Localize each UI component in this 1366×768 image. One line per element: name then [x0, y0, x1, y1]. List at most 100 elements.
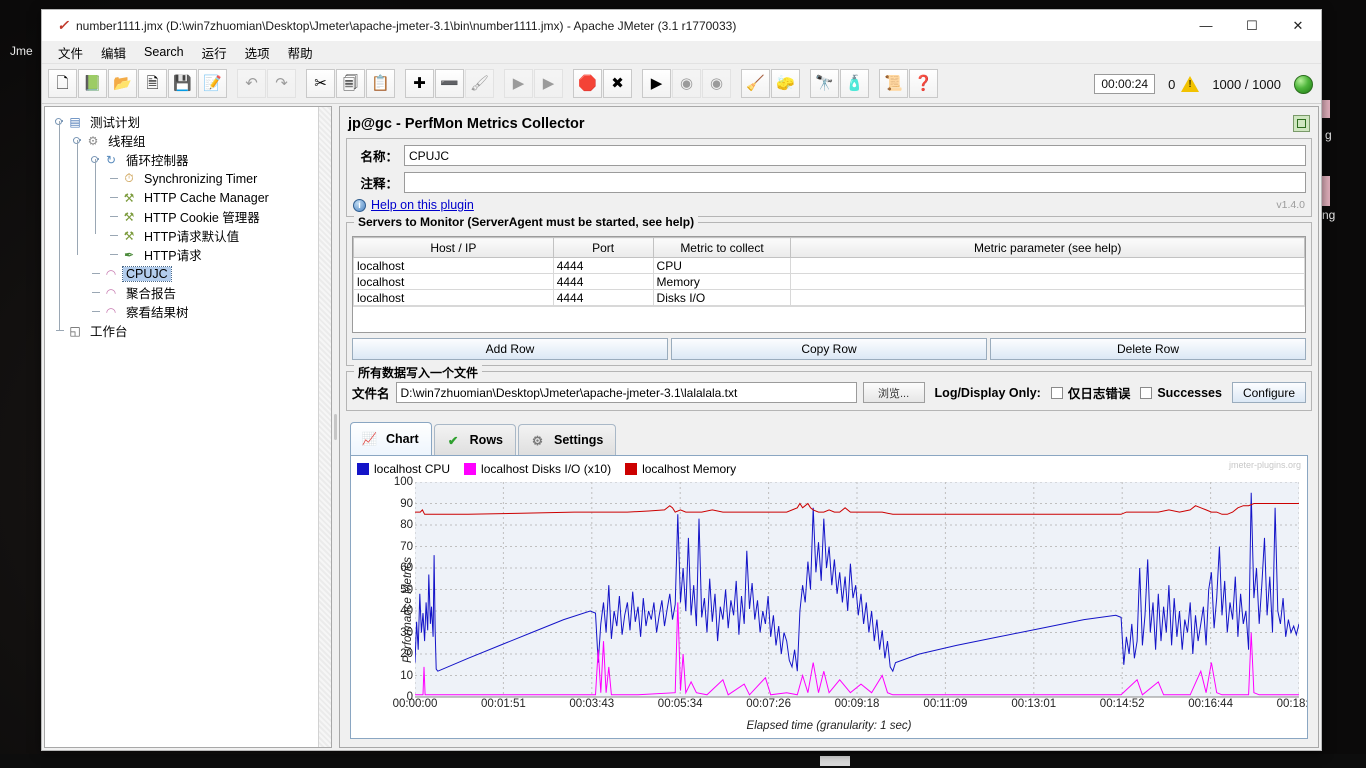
tree-node-http-request[interactable]: ✒ HTTP请求	[55, 245, 331, 264]
tree-connector-line	[95, 159, 96, 234]
table-cell[interactable]	[790, 289, 1305, 306]
successes-checkbox-row[interactable]: Successes	[1140, 386, 1222, 400]
comment-input[interactable]	[404, 172, 1306, 193]
tree-scrollbar[interactable]	[318, 107, 331, 747]
menu-search[interactable]: Search	[136, 43, 192, 61]
table-cell[interactable]: 4444	[552, 273, 654, 290]
tree-node-loop-controller[interactable]: ↻ 循环控制器	[55, 150, 331, 169]
tree-node-workbench[interactable]: ◱ 工作台	[55, 321, 331, 340]
table-cell[interactable]: CPU	[652, 257, 792, 274]
close-button[interactable]: ✕	[1275, 10, 1321, 41]
warning-icon[interactable]	[1181, 76, 1200, 92]
jmeter-main-window: ✓ number1111.jmx (D:\win7zhuomian\Deskto…	[41, 9, 1322, 751]
tree-node-label: 测试计划	[90, 116, 141, 130]
copy-row-button[interactable]: Copy Row	[671, 338, 987, 360]
table-cell[interactable]: localhost	[353, 273, 554, 290]
servers-table[interactable]: Host / IP Port Metric to collect Metric …	[353, 237, 1305, 306]
tree-node-synchronizing-timer[interactable]: ⏱ Synchronizing Timer	[55, 169, 331, 188]
delete-row-button[interactable]: Delete Row	[990, 338, 1306, 360]
legend-entry[interactable]: localhost Memory	[625, 462, 736, 476]
stop-button[interactable]: 🛑	[573, 69, 602, 98]
table-row[interactable]: localhost 4444 CPU	[353, 257, 1305, 274]
function-helper-button[interactable]: 📜	[879, 69, 908, 98]
tree-node-aggregate-report[interactable]: ◠ 聚合报告	[55, 283, 331, 302]
tab-chart[interactable]: 📈 Chart	[350, 422, 432, 455]
col-metric[interactable]: Metric to collect	[652, 237, 792, 258]
table-cell[interactable]: Memory	[652, 273, 792, 290]
new-button[interactable]: 🗋	[48, 69, 77, 98]
successes-checkbox[interactable]	[1140, 386, 1153, 399]
taskbar[interactable]	[0, 754, 1366, 768]
save-as-button[interactable]: 📝	[198, 69, 227, 98]
gear-icon: ⚙	[531, 433, 544, 448]
col-metric-param[interactable]: Metric parameter (see help)	[790, 237, 1305, 258]
tab-settings[interactable]: ⚙ Settings	[518, 424, 617, 455]
tree-node-thread-group[interactable]: ⚙ 线程组	[55, 131, 331, 150]
tree-node-http-cookie-manager[interactable]: ⚒ HTTP Cookie 管理器	[55, 207, 331, 226]
cut-button[interactable]: ✂	[306, 69, 335, 98]
open-button[interactable]: 📂	[108, 69, 137, 98]
row-action-buttons: Add Row Copy Row Delete Row	[352, 338, 1306, 360]
maximize-button[interactable]: ☐	[1229, 10, 1275, 41]
collapse-all-button[interactable]: ➖	[435, 69, 464, 98]
menu-edit[interactable]: 编辑	[93, 41, 134, 64]
templates-button[interactable]: 📗	[78, 69, 107, 98]
table-cell[interactable]: 4444	[552, 289, 654, 306]
test-plan-tree[interactable]: ▤ 测试计划 ⚙ 线程组 ↻ 循环控制器 ⏱ Synchronizing Timer ⚒ HTTP…	[44, 106, 332, 748]
menu-run[interactable]: 运行	[194, 41, 235, 64]
tree-node-cpujc[interactable]: ◠ CPUJC	[55, 264, 331, 283]
table-cell[interactable]	[790, 273, 1305, 290]
table-cell[interactable]: localhost	[353, 289, 554, 306]
chart-icon: 📈	[361, 431, 378, 446]
close-button[interactable]: 🗎	[138, 69, 167, 98]
clear-button[interactable]: 🧹	[741, 69, 770, 98]
desktop-app-label: Jme	[10, 44, 33, 58]
expand-panel-icon[interactable]	[1293, 115, 1310, 132]
tree-node-http-cache-manager[interactable]: ⚒ HTTP Cache Manager	[55, 188, 331, 207]
perfmon-chart[interactable]: localhost CPU localhost Disks I/O (x10) lo…	[350, 455, 1308, 739]
name-input[interactable]	[404, 145, 1306, 166]
errors-checkbox[interactable]	[1050, 386, 1063, 399]
table-cell[interactable]: 4444	[552, 257, 654, 274]
shutdown-button[interactable]: ✖	[603, 69, 632, 98]
x-tick-label: 00:03:43	[569, 698, 615, 710]
y-tick-label: 90	[400, 497, 413, 510]
legend-label: localhost CPU	[374, 462, 451, 476]
col-port[interactable]: Port	[552, 237, 654, 258]
add-row-button[interactable]: Add Row	[352, 338, 668, 360]
tree-node-view-results-tree[interactable]: ◠ 察看结果树	[55, 302, 331, 321]
tab-rows[interactable]: ✔ Rows	[433, 424, 516, 455]
page-title: jp@gc - PerfMon Metrics Collector	[348, 115, 585, 132]
search-button[interactable]: 🔭	[810, 69, 839, 98]
filename-input[interactable]	[395, 382, 857, 403]
copy-button[interactable]: 🗐	[336, 69, 365, 98]
minimize-button[interactable]: —	[1183, 10, 1229, 41]
help-on-plugin-link[interactable]: Help on this plugin	[371, 198, 474, 212]
tree-node-http-request-defaults[interactable]: ⚒ HTTP请求默认值	[55, 226, 331, 245]
errors-checkbox-row[interactable]: 仅日志错误	[1050, 383, 1130, 402]
table-cell[interactable]: localhost	[353, 257, 554, 274]
table-cell[interactable]	[790, 257, 1305, 274]
legend-entry[interactable]: localhost CPU	[357, 462, 450, 476]
clear-all-button[interactable]: 🧽	[771, 69, 800, 98]
taskbar-item[interactable]	[820, 756, 850, 766]
col-host-ip[interactable]: Host / IP	[353, 237, 554, 258]
remote-start-all-button[interactable]: ▶	[642, 69, 671, 98]
table-row[interactable]: localhost 4444 Disks I/O	[353, 289, 1305, 306]
menu-options[interactable]: 选项	[237, 41, 278, 64]
help-button[interactable]: ❓	[909, 69, 938, 98]
table-row[interactable]: localhost 4444 Memory	[353, 273, 1305, 290]
tree-branch-line	[109, 231, 118, 240]
save-button[interactable]: 💾	[168, 69, 197, 98]
legend-entry[interactable]: localhost Disks I/O (x10)	[464, 462, 611, 476]
configure-button[interactable]: Configure	[1231, 382, 1306, 403]
table-cell[interactable]: Disks I/O	[652, 289, 792, 306]
paste-button[interactable]: 📋	[366, 69, 395, 98]
menu-file[interactable]: 文件	[50, 41, 91, 64]
expand-all-button[interactable]: ✚	[405, 69, 434, 98]
menu-help[interactable]: 帮助	[280, 41, 321, 64]
browse-button[interactable]: 浏览...	[862, 382, 925, 403]
split-divider[interactable]	[332, 106, 339, 748]
reset-search-button[interactable]: 🧴	[840, 69, 869, 98]
tree-node-test-plan[interactable]: ▤ 测试计划	[55, 112, 331, 131]
